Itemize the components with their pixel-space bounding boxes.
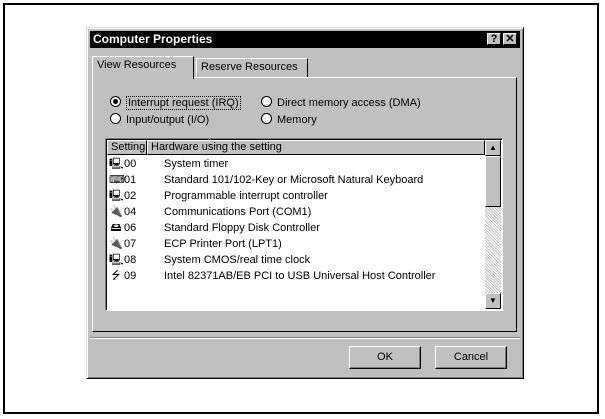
vertical-scrollbar[interactable]: ▲ ▼	[485, 140, 501, 309]
radio-unselected-icon	[110, 113, 121, 124]
row-setting: 02	[124, 190, 137, 202]
column-header-hardware[interactable]: Hardware using the setting	[147, 140, 485, 155]
row-setting: 09	[124, 270, 137, 282]
port-icon: 🔌	[109, 206, 123, 218]
radio-unselected-icon	[261, 96, 272, 107]
row-hardware: Programmable interrupt controller	[164, 190, 328, 202]
scroll-up-button[interactable]: ▲	[485, 140, 501, 156]
dialog-title: Computer Properties	[93, 32, 213, 46]
computer-icon: 🖳	[109, 190, 124, 202]
close-button[interactable]: ✕	[503, 33, 517, 45]
row-setting: 08	[124, 254, 137, 266]
row-hardware: ECP Printer Port (LPT1)	[164, 238, 282, 250]
radio-dma[interactable]: Direct memory access (DMA)	[261, 96, 421, 110]
tab-strip: View Resources Reserve Resources	[92, 56, 512, 79]
radio-io-label: Input/output (I/O)	[126, 114, 210, 126]
ok-button[interactable]: OK	[349, 346, 421, 369]
keyboard-icon: ⌨	[109, 174, 125, 186]
row-hardware: Intel 82371AB/EB PCI to USB Universal Ho…	[164, 270, 436, 282]
row-hardware: Standard Floppy Disk Controller	[164, 222, 320, 234]
resource-list[interactable]: Setting Hardware using the setting 🖳 00 …	[105, 138, 503, 311]
help-button[interactable]: ?	[487, 33, 501, 45]
row-hardware: Standard 101/102-Key or Microsoft Natura…	[164, 174, 424, 186]
radio-dma-label: Direct memory access (DMA)	[277, 97, 421, 109]
divider	[90, 337, 520, 339]
scroll-down-button[interactable]: ▼	[485, 293, 501, 309]
usb-icon: ⭍	[111, 270, 121, 282]
radio-memory-label: Memory	[277, 114, 317, 126]
radio-io[interactable]: Input/output (I/O)	[110, 113, 209, 127]
radio-memory[interactable]: Memory	[261, 113, 317, 127]
tab-view-resources[interactable]: View Resources	[92, 56, 194, 79]
row-setting: 06	[124, 222, 137, 234]
scroll-thumb[interactable]	[485, 156, 501, 207]
row-hardware: System CMOS/real time clock	[164, 254, 311, 266]
computer-icon: 🖳	[109, 254, 124, 266]
computer-properties-dialog: Computer Properties ? ✕ View Resources R…	[86, 27, 524, 379]
row-setting: 01	[124, 174, 137, 186]
port-icon: 🔌	[109, 238, 123, 250]
row-hardware: Communications Port (COM1)	[164, 206, 312, 218]
computer-icon: 🖳	[109, 158, 124, 170]
cancel-button[interactable]: Cancel	[435, 346, 507, 369]
floppy-controller-icon: 🖴	[110, 222, 122, 234]
radio-irq-label: Interrupt request (IRQ)	[126, 96, 241, 110]
row-setting: 07	[124, 238, 137, 250]
radio-irq[interactable]: Interrupt request (IRQ)	[110, 96, 241, 110]
row-setting: 00	[124, 158, 137, 170]
column-header-setting[interactable]: Setting	[107, 140, 147, 155]
row-hardware: System timer	[164, 158, 229, 170]
tab-reserve-resources[interactable]: Reserve Resources	[196, 58, 308, 78]
row-setting: 04	[124, 206, 137, 218]
title-bar[interactable]: Computer Properties ? ✕	[90, 31, 520, 48]
radio-unselected-icon	[261, 113, 272, 124]
radio-selected-icon	[110, 96, 121, 107]
